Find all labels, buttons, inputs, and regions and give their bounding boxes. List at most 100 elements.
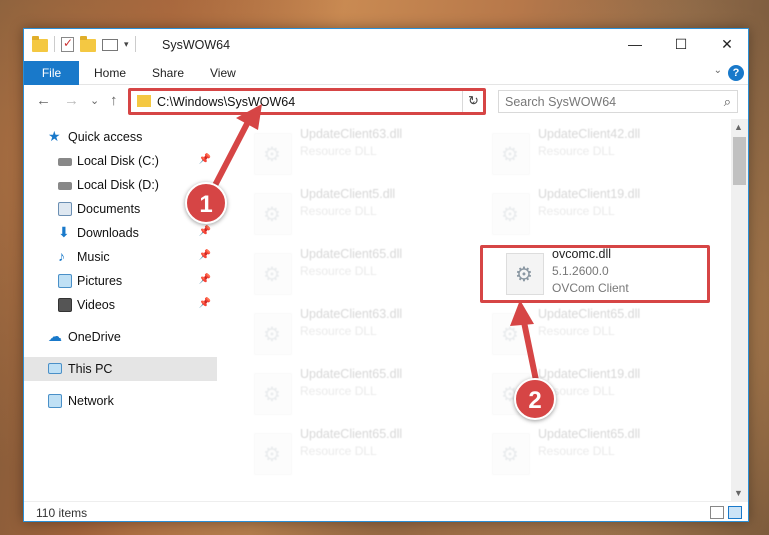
pin-icon[interactable]: 📌 (199, 298, 211, 309)
sidebar-item-music[interactable]: ♪ Music 📌 (24, 245, 217, 269)
file-name: UpdateClient65.dll (538, 427, 641, 441)
sidebar-item-pictures[interactable]: Pictures 📌 (24, 269, 217, 293)
music-icon: ♪ (58, 248, 65, 264)
back-button[interactable]: ← (36, 92, 51, 109)
scroll-thumb[interactable] (733, 137, 746, 185)
sidebar-item-label: Downloads (77, 226, 139, 240)
sidebar-item-label: Local Disk (D:) (77, 178, 159, 192)
step-1-badge: 1 (185, 182, 227, 224)
vertical-scrollbar[interactable]: ▲ ▼ (731, 119, 748, 501)
sidebar-item-label: Network (68, 394, 114, 408)
pin-icon[interactable]: 📌 (199, 154, 211, 165)
videos-icon (58, 298, 72, 312)
tab-home[interactable]: Home (82, 61, 138, 85)
sidebar-item-network[interactable]: Network (24, 389, 217, 413)
dll-file-icon (492, 193, 530, 235)
file-name: UpdateClient65.dll (300, 367, 403, 381)
step-2-badge: 2 (514, 378, 556, 420)
dll-file-icon (254, 253, 292, 295)
folder-icon (32, 35, 48, 52)
search-box[interactable]: Search SysWOW64 ⌕ (498, 90, 738, 113)
file-name: UpdateClient63.dll (300, 127, 403, 141)
up-button[interactable]: ↑ (110, 92, 118, 109)
dll-file-icon (254, 373, 292, 415)
scroll-up-icon[interactable]: ▲ (734, 122, 743, 132)
list-item[interactable]: UpdateClient65.dll Resource DLL (492, 427, 712, 479)
sidebar-item-local-disk-c[interactable]: Local Disk (C:) 📌 (24, 149, 217, 173)
details-view-icon[interactable] (710, 506, 724, 519)
computer-icon (48, 363, 62, 374)
list-item[interactable]: UpdateClient65.dll Resource DLL (254, 427, 474, 479)
file-type: Resource DLL (300, 264, 377, 278)
sidebar-item-this-pc[interactable]: This PC (24, 357, 217, 381)
separator (54, 36, 55, 52)
file-name: UpdateClient65.dll (300, 427, 403, 441)
properties-icon[interactable] (61, 36, 74, 52)
dll-file-icon (254, 193, 292, 235)
list-item[interactable]: UpdateClient63.dll Resource DLL (254, 307, 474, 359)
window-title: SysWOW64 (162, 38, 231, 52)
file-type: Resource DLL (300, 324, 377, 338)
dll-file-icon (492, 133, 530, 175)
pin-icon[interactable]: 📌 (199, 274, 211, 285)
star-icon: ★ (48, 128, 61, 144)
customize-toolbar-chevron-icon[interactable]: ▾ (124, 39, 129, 50)
recent-locations-button[interactable]: ⌄ (90, 94, 99, 107)
dll-file-icon (492, 433, 530, 475)
file-type: Resource DLL (300, 204, 377, 218)
dll-file-icon (254, 433, 292, 475)
status-bar: 110 items (24, 501, 748, 523)
list-item[interactable]: UpdateClient65.dll Resource DLL (492, 307, 712, 359)
sidebar-item-quick-access[interactable]: ★ Quick access (24, 125, 217, 149)
close-button[interactable]: ✕ (704, 29, 750, 59)
list-item[interactable]: UpdateClient65.dll Resource DLL (254, 367, 474, 419)
pin-icon[interactable]: 📌 (199, 226, 211, 237)
separator (134, 36, 136, 52)
file-highlight (480, 245, 710, 303)
title-bar: ▾ SysWOW64 — ☐ ✕ (24, 29, 748, 61)
file-name: UpdateClient63.dll (300, 307, 403, 321)
large-icons-view-icon[interactable] (728, 506, 742, 519)
maximize-button[interactable]: ☐ (658, 29, 704, 59)
file-explorer-window: ▾ SysWOW64 — ☐ ✕ File Home Share View ⌄ … (23, 28, 749, 522)
address-bar-highlight (128, 88, 486, 115)
sidebar-item-label: This PC (68, 362, 113, 376)
tab-view[interactable]: View (198, 61, 248, 85)
dll-file-icon (492, 313, 530, 355)
list-item[interactable]: UpdateClient65.dll Resource DLL (254, 247, 474, 299)
cloud-icon: ☁ (48, 328, 62, 344)
file-type: Resource DLL (538, 444, 615, 458)
sidebar-item-label: Local Disk (C:) (77, 154, 159, 168)
ribbon: File Home Share View ⌄ ? (24, 61, 748, 113)
new-folder-icon[interactable] (80, 35, 96, 52)
scroll-down-icon[interactable]: ▼ (734, 488, 743, 498)
pin-icon[interactable]: 📌 (199, 250, 211, 261)
downloads-icon: ⬇ (58, 224, 70, 240)
forward-button[interactable]: → (64, 92, 79, 109)
list-item[interactable]: UpdateClient5.dll Resource DLL (254, 187, 474, 239)
dll-file-icon (254, 313, 292, 355)
help-icon[interactable]: ? (728, 65, 744, 81)
navigation-pane: ★ Quick access Local Disk (C:) 📌 Local D… (24, 121, 217, 501)
list-item[interactable]: UpdateClient42.dll Resource DLL (492, 127, 712, 179)
sidebar-item-videos[interactable]: Videos 📌 (24, 293, 217, 317)
drive-icon (58, 158, 72, 166)
view-toggle-icon[interactable] (102, 39, 118, 51)
documents-icon (58, 202, 72, 216)
file-name: UpdateClient65.dll (538, 307, 641, 321)
view-switcher (710, 506, 742, 519)
sidebar-item-downloads[interactable]: ⬇ Downloads 📌 (24, 221, 217, 245)
minimize-button[interactable]: — (612, 29, 658, 59)
file-type: Resource DLL (538, 144, 615, 158)
file-name: UpdateClient19.dll (538, 187, 641, 201)
tab-share[interactable]: Share (140, 61, 196, 85)
sidebar-item-onedrive[interactable]: ☁ OneDrive (24, 325, 217, 349)
expand-ribbon-icon[interactable]: ⌄ (714, 65, 722, 76)
list-item[interactable]: UpdateClient19.dll Resource DLL (492, 187, 712, 239)
search-input[interactable]: Search SysWOW64 (505, 95, 616, 109)
file-type: Resource DLL (538, 204, 615, 218)
list-item[interactable]: UpdateClient63.dll Resource DLL (254, 127, 474, 179)
search-icon[interactable]: ⌕ (724, 94, 731, 110)
sidebar-item-label: Documents (77, 202, 141, 216)
drive-icon (58, 182, 72, 190)
